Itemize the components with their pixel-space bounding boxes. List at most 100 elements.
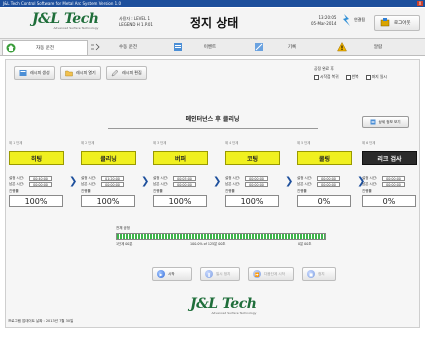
plug-icon xyxy=(343,14,350,26)
stop-button[interactable]: ■ 정지 xyxy=(302,267,336,281)
recipe-create-icon xyxy=(19,70,27,76)
stage-step-label: 제 3 단계 xyxy=(153,141,167,145)
set-time-value: 00:00:00 xyxy=(245,176,268,181)
detail-info-button[interactable]: 상세 정보 보기 xyxy=(362,116,409,128)
recipe-open-label: 레시피 열기 xyxy=(76,70,96,75)
stage-progress: 100% xyxy=(153,195,207,207)
logo-text: J&L Tech xyxy=(190,296,257,312)
progress-middle-text: 100.0% of 125분 00초 xyxy=(190,242,226,246)
stage-progress: 100% xyxy=(81,195,135,207)
stage-name: 리크 검사 xyxy=(362,151,417,165)
option-label: 퍼지 일시 xyxy=(371,74,387,79)
remaining-time-value: 00:00:00 xyxy=(317,182,340,187)
tab-record[interactable]: 기록 xyxy=(251,40,333,54)
manual-icon xyxy=(91,43,100,51)
stage-name: 쿨링 xyxy=(297,151,352,165)
stage-step-label: 제 5 단계 xyxy=(297,141,311,145)
title-divider xyxy=(108,128,318,129)
option-purge[interactable]: 퍼지 일시 xyxy=(365,74,387,80)
checkbox[interactable] xyxy=(314,74,319,80)
progress-label: 진행률 xyxy=(362,189,372,193)
remaining-time-value: 00:00:00 xyxy=(245,182,268,187)
pause-label: 일시 정지 xyxy=(216,271,231,276)
remaining-time-label: 남은 시간: xyxy=(9,182,25,186)
option-label: 시작점 복귀 xyxy=(320,74,339,79)
progress-label: 진행률 xyxy=(153,189,163,193)
logout-button[interactable]: 로그아웃 xyxy=(374,15,420,31)
tab-label: 알람 xyxy=(373,45,383,50)
tab-bar: 자동 운전 수동 운전 이벤트 기록 알람 xyxy=(0,39,425,56)
stage-4: 제 4 단계 코팅 설정 시간: 00:00:00 남은 시간: 00:00:00 … xyxy=(225,140,280,207)
recipe-create-button[interactable]: 레시피 생성 xyxy=(14,66,55,80)
tab-manual-run[interactable]: 수동 운전 xyxy=(87,40,169,54)
after-process-options: 공정 완료 후 시작점 복귀 반복 퍼지 일시 xyxy=(314,66,414,80)
logo-text: J&L Tech xyxy=(32,11,99,27)
warning-icon xyxy=(337,42,347,52)
remaining-time-value: 00:00:00 xyxy=(382,182,405,187)
stage-name: 버퍼 xyxy=(153,151,208,165)
recipe-mode-title: 메인터넌스 후 클리닝 xyxy=(185,116,240,123)
stage-name: 클리닝 xyxy=(81,151,136,165)
stage-step-label: 제 2 단계 xyxy=(81,141,95,145)
stage-name: 코팅 xyxy=(225,151,280,165)
tab-alarm[interactable]: 알람 xyxy=(334,40,422,54)
remaining-time-label: 남은 시간: xyxy=(81,182,97,186)
set-time-value: 00:05:00 xyxy=(173,176,196,181)
stop-label: 정지 xyxy=(318,271,325,276)
software-version: LEGEND H 1.P.01 xyxy=(119,22,153,27)
tab-auto-run[interactable]: 자동 운전 xyxy=(2,40,88,55)
tab-label: 이벤트 xyxy=(203,45,217,50)
clock: 13:20:05 05-Mar-2014 xyxy=(311,15,336,27)
stage-progress: 100% xyxy=(225,195,279,207)
overall-progress-label: 전체 공정 xyxy=(116,226,130,230)
machine-status-title: 정지 상태 xyxy=(190,16,239,30)
logout-label: 로그아웃 xyxy=(394,21,411,26)
arrow-right-icon: ❯ xyxy=(141,176,150,187)
progress-label: 진행률 xyxy=(9,189,19,193)
start-label: 시작 xyxy=(168,271,175,276)
checkbox[interactable] xyxy=(345,74,351,80)
start-button[interactable]: ▶ 시작 xyxy=(152,267,192,281)
pause-icon: ❚ xyxy=(205,270,213,278)
arrow-right-icon: ❯ xyxy=(69,176,78,187)
set-time-label: 설정 시간: xyxy=(153,176,169,180)
logout-icon xyxy=(380,18,390,27)
home-icon xyxy=(6,43,16,53)
close-icon[interactable]: X xyxy=(417,1,423,6)
play-icon: ▶ xyxy=(157,270,165,278)
window-title: J&L Tech Control Software for Metal Arc … xyxy=(3,1,122,6)
stage-step-label: 제 1 단계 xyxy=(9,141,23,145)
pause-button[interactable]: ❚ 일시 정지 xyxy=(200,267,240,281)
next-step-button[interactable]: ⏩ 다음단계 시작 xyxy=(248,267,294,281)
stage-6: 제 6 단계 리크 검사 설정 시간: 00:00:00 남은 시간: 00:00:… xyxy=(362,140,417,207)
recipe-edit-button[interactable]: 레시피 편집 xyxy=(106,66,147,80)
recipe-edit-label: 레시피 편집 xyxy=(122,70,142,75)
progress-label: 진행률 xyxy=(297,189,307,193)
connection-status: 연결됨 xyxy=(342,14,365,26)
overall-progress-fill xyxy=(117,234,325,239)
stage-5: 제 5 단계 쿨링 설정 시간: 00:00:00 남은 시간: 00:00:00 … xyxy=(297,140,352,207)
recipe-open-button[interactable]: 레시피 열기 xyxy=(60,66,101,80)
event-icon xyxy=(174,43,182,51)
footer-logo: J&L Tech Advanced Surface Technology xyxy=(190,296,257,315)
set-time-label: 설정 시간: xyxy=(225,176,241,180)
option-return-home[interactable]: 시작점 복귀 xyxy=(314,74,339,80)
next-step-label: 다음단계 시작 xyxy=(264,271,285,276)
set-time-label: 설정 시간: xyxy=(362,176,378,180)
tab-label: 자동 운전 xyxy=(36,46,54,51)
edit-icon xyxy=(111,69,119,77)
stage-progress: 100% xyxy=(9,195,63,207)
stage-progress: 0% xyxy=(297,195,351,207)
auto-run-panel xyxy=(5,59,420,328)
remaining-time-value: 00:00:00 xyxy=(101,182,124,187)
set-time-value: 00:40:00 xyxy=(29,176,52,181)
tab-event[interactable]: 이벤트 xyxy=(170,40,250,54)
set-time-value: 00:00:00 xyxy=(382,176,405,181)
option-repeat[interactable]: 반복 xyxy=(345,74,359,80)
progress-label: 진행률 xyxy=(81,189,91,193)
progress-end-text: 0분 00초 xyxy=(298,242,312,246)
set-time-label: 설정 시간: xyxy=(81,176,97,180)
stage-step-label: 제 6 단계 xyxy=(362,141,376,145)
remaining-time-label: 남은 시간: xyxy=(362,182,378,186)
checkbox[interactable] xyxy=(365,74,371,80)
